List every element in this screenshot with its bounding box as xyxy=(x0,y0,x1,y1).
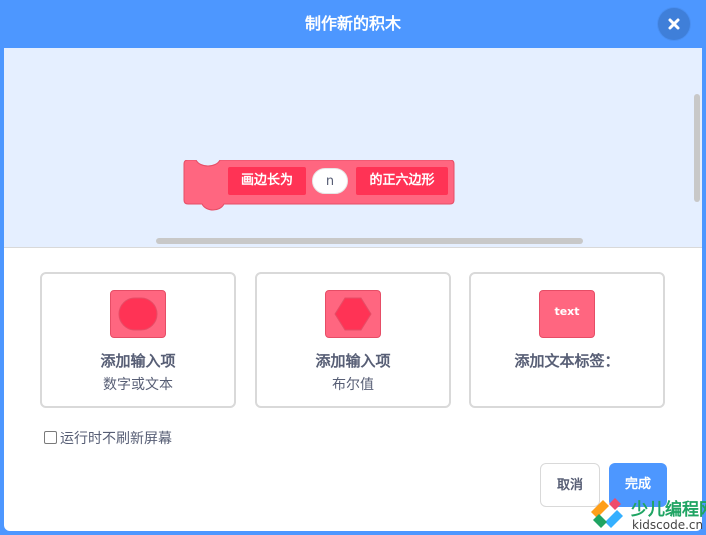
add-boolean-input-option[interactable]: 添加输入项 布尔值 xyxy=(255,272,451,408)
custom-block-preview[interactable]: 画边长为 n 的正六边形 xyxy=(182,160,456,216)
block-input-n[interactable]: n xyxy=(312,168,348,194)
make-block-dialog: 制作新的积木 画边长为 n 的正六边形 添加输入项 数字或文本 添加输入项 布尔… xyxy=(4,0,702,531)
dialog-title: 制作新的积木 xyxy=(304,14,401,33)
block-preview-workspace: 画边长为 n 的正六边形 xyxy=(4,48,702,248)
text-label-icon: text xyxy=(539,290,595,338)
block-label-2[interactable]: 的正六边形 xyxy=(356,167,448,195)
run-without-refresh-label[interactable]: 运行时不刷新屏幕 xyxy=(60,428,172,448)
number-text-input-icon xyxy=(110,290,166,338)
option-title: 添加输入项 xyxy=(100,352,176,370)
run-without-refresh-checkbox[interactable] xyxy=(44,431,57,444)
option-subtitle: 数字或文本 xyxy=(103,377,173,393)
close-icon xyxy=(668,18,680,30)
watermark-logo xyxy=(591,498,623,528)
watermark-name: 少儿编程网 xyxy=(631,500,706,520)
dialog-header: 制作新的积木 xyxy=(4,0,702,48)
block-label-1[interactable]: 画边长为 xyxy=(228,167,306,195)
close-button[interactable] xyxy=(658,8,690,40)
text-label-icon-text: text xyxy=(554,305,580,318)
add-number-text-input-option[interactable]: 添加输入项 数字或文本 xyxy=(40,272,236,408)
horizontal-scrollbar[interactable] xyxy=(156,238,583,244)
add-text-label-option[interactable]: text 添加文本标签： xyxy=(469,272,665,408)
boolean-input-icon xyxy=(325,290,381,338)
watermark-url: kidscode.cn xyxy=(632,518,704,532)
vertical-scrollbar[interactable] xyxy=(694,94,700,202)
option-title: 添加文本标签： xyxy=(514,352,620,370)
site-watermark: 少儿编程网 kidscode.cn xyxy=(587,492,706,535)
option-subtitle: 布尔值 xyxy=(332,377,374,393)
option-title: 添加输入项 xyxy=(315,352,391,370)
